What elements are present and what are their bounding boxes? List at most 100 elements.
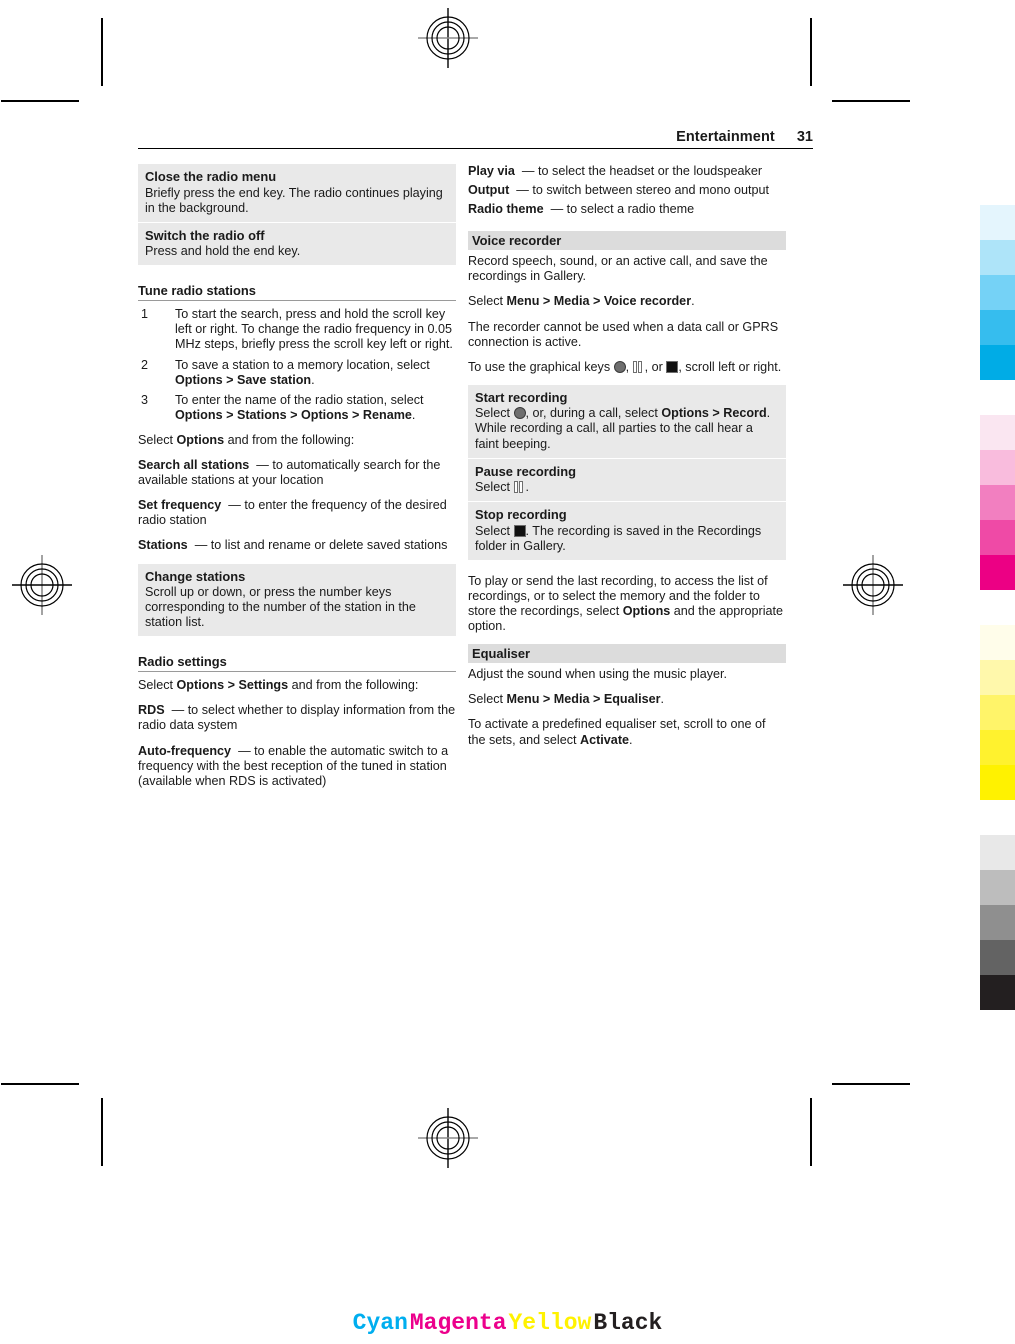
ui-path-options-2: Options <box>300 407 349 422</box>
option-term: RDS <box>138 703 165 718</box>
option-term: Output <box>468 183 510 198</box>
intro-post: and from the following: <box>288 678 419 693</box>
panel-body: Briefly press the end key. The radio con… <box>145 185 443 215</box>
panel-body: Select , or, during a call, select Optio… <box>475 406 779 451</box>
section-title-radio-settings: Radio settings <box>138 654 456 673</box>
registration-mark-top <box>418 8 478 68</box>
panel-body: Scroll up or down, or press the number k… <box>145 585 416 630</box>
ui-path-options: Options <box>176 678 225 693</box>
stop-icon <box>513 524 526 537</box>
ui-path-stations: Stations <box>236 407 287 422</box>
panel-switch-radio-off: Switch the radio off Press and hold the … <box>138 221 456 266</box>
cmyk-label-black: Black <box>593 1310 663 1336</box>
ui-path-settings: Settings <box>238 678 289 693</box>
panel-heading: Switch the radio off <box>145 227 265 243</box>
ui-path-save-station: Save station <box>236 372 312 387</box>
option-term: Auto-frequency <box>138 743 232 758</box>
swatch-gap-3 <box>980 800 1015 835</box>
equaliser-intro: Adjust the sound when using the music pl… <box>468 667 728 682</box>
body-pre: Select <box>475 523 514 538</box>
radio-settings-intro: Select Options > Settings and from the f… <box>138 678 456 693</box>
page-number: 31 <box>796 129 813 145</box>
ui-path-equaliser: Equaliser <box>603 692 661 707</box>
step-text-pre: To save a station to a memory location, … <box>175 357 430 372</box>
ui-path-media: Media <box>553 294 590 309</box>
recorder-panels: Start recording Select , or, during a ca… <box>468 384 786 560</box>
swatch-yellow-4 <box>980 730 1015 765</box>
voice-recorder-menu-path: Select Menu > Media > Voice recorder. <box>468 294 786 309</box>
option-output: Output — to switch between stereo and mo… <box>468 183 786 198</box>
panel-body: Select . <box>475 480 779 495</box>
trim-mark-vertical-left <box>101 18 103 86</box>
left-column: Close the radio menu Briefly press the e… <box>138 164 456 799</box>
ui-path-options: Options <box>176 432 225 447</box>
ui-path-options: Options <box>661 406 709 421</box>
step-number: 3 <box>141 392 149 407</box>
trim-mark-vertical-right <box>810 18 812 86</box>
body-pre: Select <box>475 406 514 421</box>
ui-path-menu: Menu <box>506 294 540 309</box>
swatch-yellow-2 <box>980 660 1015 695</box>
trim-mark-horizontal-bottomright <box>832 1083 910 1085</box>
graphical-keys-paragraph: To use the graphical keys , , or , scrol… <box>468 360 786 375</box>
option-set-frequency: Set frequency — to enter the frequency o… <box>138 498 456 528</box>
option-dash: — <box>550 202 564 217</box>
ui-path-separator: > <box>539 692 554 707</box>
ui-path-media: Media <box>553 692 590 707</box>
option-desc: to list and rename or delete saved stati… <box>210 538 448 553</box>
record-icon <box>513 407 526 420</box>
trim-mark-horizontal-topleft <box>1 100 79 102</box>
ui-path-activate: Activate <box>580 732 630 747</box>
swatch-black-4 <box>980 940 1015 975</box>
option-dash: — <box>521 164 535 178</box>
option-term: Play via <box>468 164 515 178</box>
panel-heading: Stop recording <box>475 507 567 523</box>
list-item: 2 To save a station to a memory location… <box>138 358 456 388</box>
ui-path-options: Options <box>622 604 671 619</box>
ui-path-separator: > <box>286 407 301 422</box>
swatch-cyan-2 <box>980 240 1015 275</box>
swatch-black-5 <box>980 975 1015 1010</box>
ui-path-separator: > <box>539 294 554 309</box>
swatch-gap-2 <box>980 590 1015 625</box>
registration-mark-left <box>12 555 72 615</box>
cmyk-label-cyan: Cyan <box>352 1310 408 1336</box>
option-stations: Stations — to list and rename or delete … <box>138 538 456 553</box>
pause-icon <box>632 360 645 373</box>
option-dash: — <box>228 498 241 513</box>
panel-body: Select . The recording is saved in the R… <box>475 524 779 554</box>
option-dash: — <box>256 458 269 473</box>
section-title-tune-radio-stations: Tune radio stations <box>138 283 456 302</box>
panel-body: Press and hold the end key. <box>145 244 301 259</box>
panel-heading: Close the radio menu <box>145 169 277 184</box>
swatch-yellow-5 <box>980 765 1015 800</box>
swatch-magenta-4 <box>980 520 1015 555</box>
panel-heading: Pause recording <box>475 463 577 479</box>
body-mid: , or, during a call, select <box>525 406 662 421</box>
cmyk-color-labels: CyanMagentaYellowBlack <box>0 1310 1015 1336</box>
step-text-pre: To enter the name of the radio station, … <box>175 392 424 407</box>
swatch-yellow-3 <box>980 695 1015 730</box>
equaliser-menu-path: Select Menu > Media > Equaliser. <box>468 692 786 707</box>
option-term: Search all stations <box>138 458 250 473</box>
keys-sep-1: , <box>625 359 633 374</box>
ui-path-separator: > <box>589 692 604 707</box>
radio-menu-panels: Close the radio menu Briefly press the e… <box>138 164 456 266</box>
panel-close-radio-menu: Close the radio menu Briefly press the e… <box>138 164 456 222</box>
body-pre: Select <box>475 480 514 495</box>
section-bar-voice-recorder: Voice recorder <box>468 231 786 251</box>
options-intro-post: and from the following: <box>224 432 355 447</box>
swatch-magenta-1 <box>980 415 1015 450</box>
record-icon <box>613 360 626 373</box>
color-control-strip <box>980 205 1015 1010</box>
step-number: 2 <box>141 357 149 372</box>
tune-radio-steps: 1 To start the search, press and hold th… <box>138 307 456 423</box>
option-dash: — <box>516 183 529 198</box>
ui-path-options: Options <box>175 372 223 387</box>
panel-change-stations: Change stations Scroll up or down, or pr… <box>138 563 456 637</box>
path-post: . <box>660 692 665 707</box>
change-stations-panel-group: Change stations Scroll up or down, or pr… <box>138 563 456 637</box>
option-rds: RDS — to select whether to display infor… <box>138 703 456 733</box>
swatch-black-1 <box>980 835 1015 870</box>
trim-mark-vertical-left-bottom <box>101 1098 103 1166</box>
